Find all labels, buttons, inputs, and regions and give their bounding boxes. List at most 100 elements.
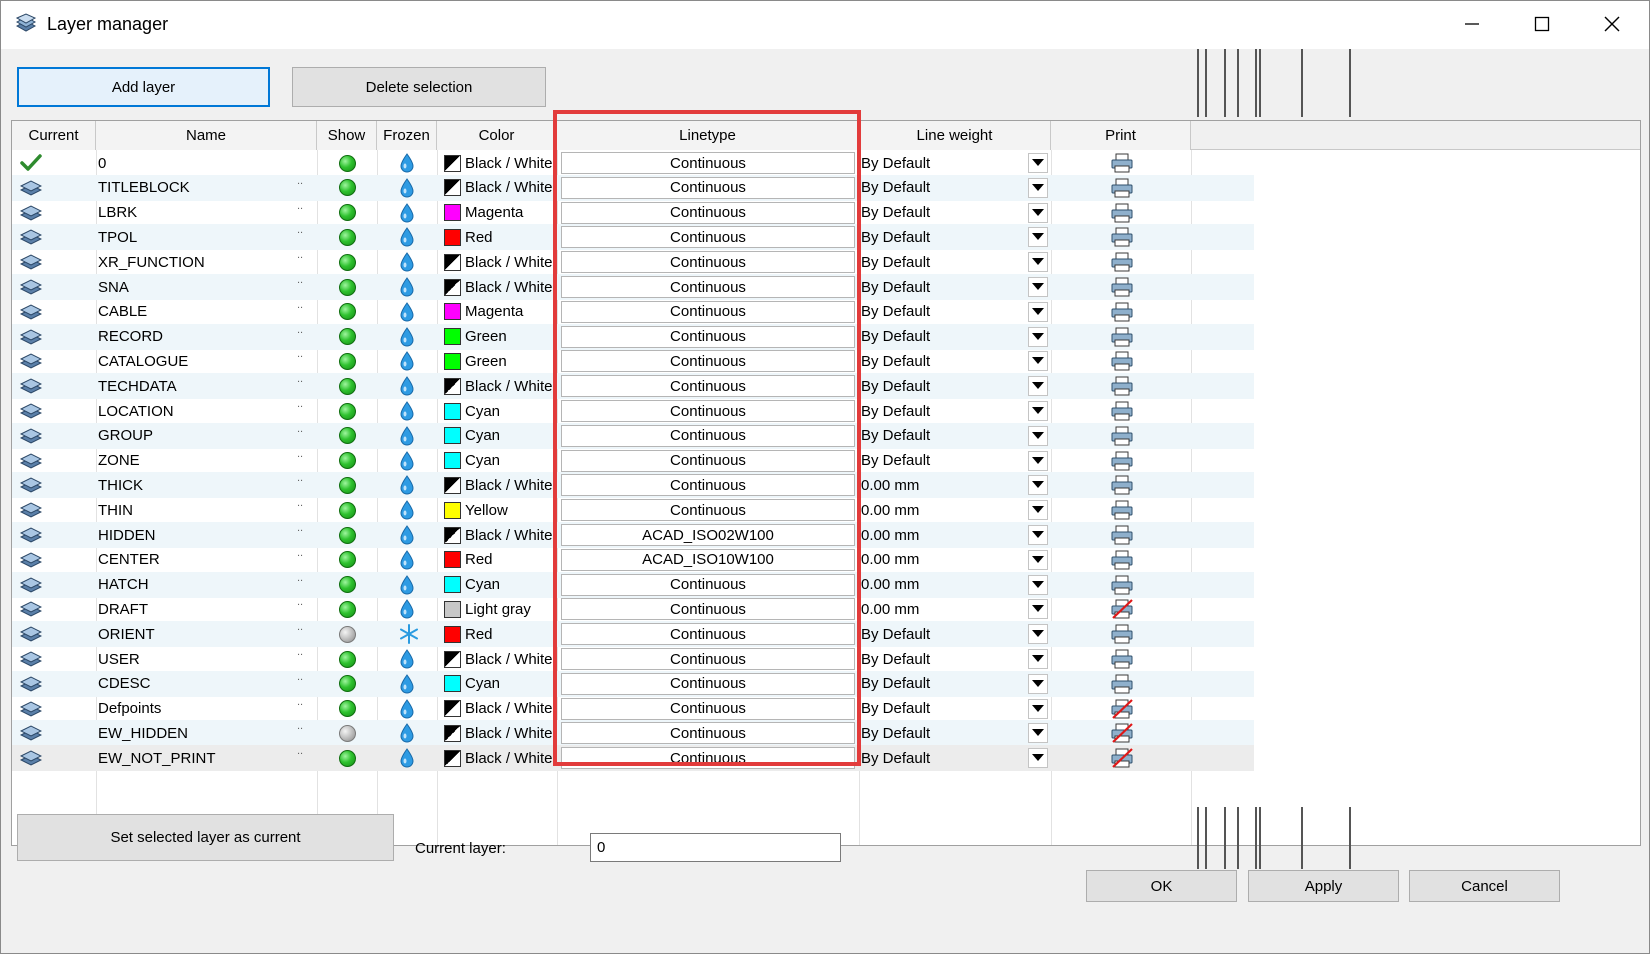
layer-icon[interactable] [20, 224, 50, 250]
line-weight-value[interactable]: By Default [861, 745, 1011, 771]
layer-icon[interactable] [20, 249, 50, 275]
rename-button[interactable]: .. [297, 398, 313, 424]
linetype-button[interactable]: Continuous [561, 176, 855, 199]
printer-icon[interactable] [1111, 398, 1137, 424]
visible-on-icon[interactable] [339, 522, 359, 548]
water-drop-icon[interactable] [399, 200, 419, 226]
water-drop-icon[interactable] [399, 646, 419, 672]
line-weight-value[interactable]: 0.00 mm [861, 522, 1011, 548]
layer-icon[interactable] [20, 274, 50, 300]
water-drop-icon[interactable] [399, 150, 419, 176]
delete-selection-button[interactable]: Delete selection [292, 67, 546, 107]
water-drop-icon[interactable] [399, 696, 419, 722]
layer-name[interactable]: ZONE [98, 448, 298, 474]
chevron-down-icon[interactable] [1028, 376, 1048, 397]
layer-name[interactable]: GROUP [98, 423, 298, 449]
rename-button[interactable]: .. [297, 646, 313, 672]
linetype-button[interactable]: Continuous [561, 747, 855, 770]
layer-row[interactable]: ZONE.. Cyan Continuous By Default [12, 448, 1254, 474]
linetype-button[interactable]: Continuous [561, 325, 855, 348]
layer-icon[interactable] [20, 299, 50, 325]
layer-row[interactable]: DRAFT.. Light gray Continuous 0.00 mm [12, 596, 1254, 622]
layer-row[interactable]: TECHDATA.. Black / White Continuous By Defa… [12, 373, 1254, 400]
rename-button[interactable]: .. [297, 522, 313, 548]
close-button[interactable] [1577, 1, 1647, 47]
visible-off-icon[interactable] [339, 621, 359, 647]
visible-on-icon[interactable] [339, 348, 359, 374]
color-cell[interactable]: Black / White [444, 249, 556, 275]
visible-on-icon[interactable] [339, 274, 359, 300]
line-weight-value[interactable]: By Default [861, 274, 1011, 300]
visible-on-icon[interactable] [339, 423, 359, 449]
current-layer-field[interactable]: 0 [590, 833, 841, 862]
printer-icon[interactable] [1111, 671, 1137, 697]
layer-name[interactable]: TECHDATA [98, 373, 298, 399]
layer-icon[interactable] [20, 497, 50, 523]
layer-name[interactable]: THIN [98, 497, 298, 523]
layer-name[interactable]: DRAFT [98, 596, 298, 622]
layer-name[interactable]: CDESC [98, 671, 298, 697]
layer-row[interactable]: EW_HIDDEN.. Black / White Continuous By Def… [12, 720, 1254, 747]
rename-button[interactable]: .. [297, 621, 313, 647]
chevron-down-icon[interactable] [1028, 525, 1048, 545]
layer-icon[interactable] [20, 472, 50, 498]
chevron-down-icon[interactable] [1028, 277, 1048, 297]
line-weight-value[interactable]: By Default [861, 224, 1011, 250]
water-drop-icon[interactable] [399, 448, 419, 474]
line-weight-value[interactable]: By Default [861, 150, 1011, 176]
layer-row[interactable]: CABLE.. Magenta Continuous By Default [12, 299, 1254, 325]
printer-icon[interactable] [1111, 324, 1137, 350]
linetype-button[interactable]: Continuous [561, 573, 855, 596]
water-drop-icon[interactable] [399, 596, 419, 622]
line-weight-value[interactable]: By Default [861, 348, 1011, 374]
printer-icon[interactable] [1111, 348, 1137, 374]
layer-row[interactable]: THIN.. Yellow Continuous 0.00 mm [12, 497, 1254, 523]
visible-on-icon[interactable] [339, 299, 359, 325]
rename-button[interactable]: .. [297, 745, 313, 771]
color-cell[interactable]: Black / White [444, 522, 556, 548]
line-weight-value[interactable]: 0.00 mm [861, 572, 1011, 598]
printer-icon[interactable] [1111, 249, 1137, 275]
layer-name[interactable]: LBRK [98, 200, 298, 226]
layer-name[interactable]: CABLE [98, 299, 298, 325]
rename-button[interactable]: .. [297, 671, 313, 697]
printer-icon[interactable] [1111, 423, 1137, 449]
linetype-button[interactable]: ACAD_ISO02W100 [561, 524, 855, 546]
chevron-down-icon[interactable] [1028, 252, 1048, 273]
visible-off-icon[interactable] [339, 720, 359, 746]
color-cell[interactable]: Cyan [444, 423, 556, 449]
printer-icon[interactable] [1111, 200, 1137, 226]
visible-on-icon[interactable] [339, 224, 359, 250]
water-drop-icon[interactable] [399, 671, 419, 697]
chevron-down-icon[interactable] [1028, 450, 1048, 471]
line-weight-value[interactable]: By Default [861, 720, 1011, 746]
color-cell[interactable]: Red [444, 621, 556, 647]
color-cell[interactable]: Cyan [444, 671, 556, 697]
layer-row[interactable]: SNA.. Black / White Continuous By Default [12, 274, 1254, 300]
chevron-down-icon[interactable] [1028, 326, 1048, 347]
cancel-button[interactable]: Cancel [1409, 870, 1560, 902]
ok-button[interactable]: OK [1086, 870, 1237, 902]
linetype-button[interactable]: Continuous [561, 722, 855, 745]
color-cell[interactable]: Light gray [444, 596, 556, 622]
rename-button[interactable]: .. [297, 472, 313, 498]
linetype-button[interactable]: Continuous [561, 672, 855, 695]
col-color[interactable]: Color [437, 121, 557, 150]
water-drop-icon[interactable] [399, 745, 419, 771]
no-print-icon[interactable] [1111, 745, 1137, 771]
line-weight-value[interactable]: By Default [861, 299, 1011, 325]
col-current[interactable]: Current [12, 121, 96, 150]
layer-icon[interactable] [20, 423, 50, 449]
rename-button[interactable]: .. [297, 423, 313, 449]
layer-icon[interactable] [20, 324, 50, 350]
layer-name[interactable]: LOCATION [98, 398, 298, 424]
rename-button[interactable]: .. [297, 720, 313, 746]
line-weight-value[interactable]: By Default [861, 175, 1011, 201]
layer-icon[interactable] [20, 671, 50, 697]
line-weight-value[interactable]: By Default [861, 398, 1011, 424]
layer-icon[interactable] [20, 448, 50, 474]
printer-icon[interactable] [1111, 646, 1137, 672]
water-drop-icon[interactable] [399, 720, 419, 746]
layer-row[interactable]: THICK.. Black / White Continuous 0.00 mm [12, 472, 1254, 499]
printer-icon[interactable] [1111, 150, 1137, 176]
